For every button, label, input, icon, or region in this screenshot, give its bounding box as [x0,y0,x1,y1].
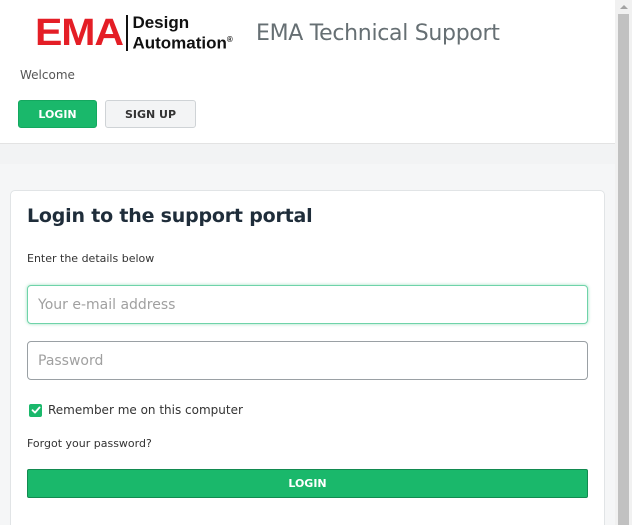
email-field[interactable] [27,285,588,324]
ema-logo[interactable]: EMA Design Automation® [35,14,233,52]
header-divider-band [0,144,615,164]
logo-line-design: Design [132,13,190,33]
chevron-up-icon[interactable] [615,0,632,14]
logo-divider [126,15,129,51]
remember-me-label: Remember me on this computer [48,403,243,417]
logo-wordmark: Design Automation® [132,14,232,52]
password-field[interactable] [27,341,588,380]
login-submit-button[interactable]: LOGIN [27,469,588,498]
page: EMA Design Automation® EMA Technical Sup… [0,0,632,525]
remember-me-checkbox[interactable] [29,403,42,417]
logo-line-automation-text: Automation [132,33,227,53]
logo-line-automation: Automation® [132,31,232,52]
forgot-password-link[interactable]: Forgot your password? [27,437,152,450]
logo-mark: EMA [35,12,124,54]
logo-registered-mark: ® [226,35,233,45]
check-icon [31,406,40,414]
site-title: EMA Technical Support [256,21,500,46]
login-card: Login to the support portal Enter the de… [10,190,605,525]
vertical-scrollbar[interactable] [615,0,632,525]
scrollbar-thumb[interactable] [618,14,629,525]
header-login-button[interactable]: LOGIN [18,100,97,128]
welcome-text: Welcome [20,68,75,82]
site-header: EMA Design Automation® EMA Technical Sup… [0,0,615,144]
header-signup-button[interactable]: SIGN UP [105,100,196,128]
remember-me[interactable]: Remember me on this computer [29,403,243,417]
login-card-subtitle: Enter the details below [27,252,155,265]
login-card-title: Login to the support portal [27,205,313,227]
